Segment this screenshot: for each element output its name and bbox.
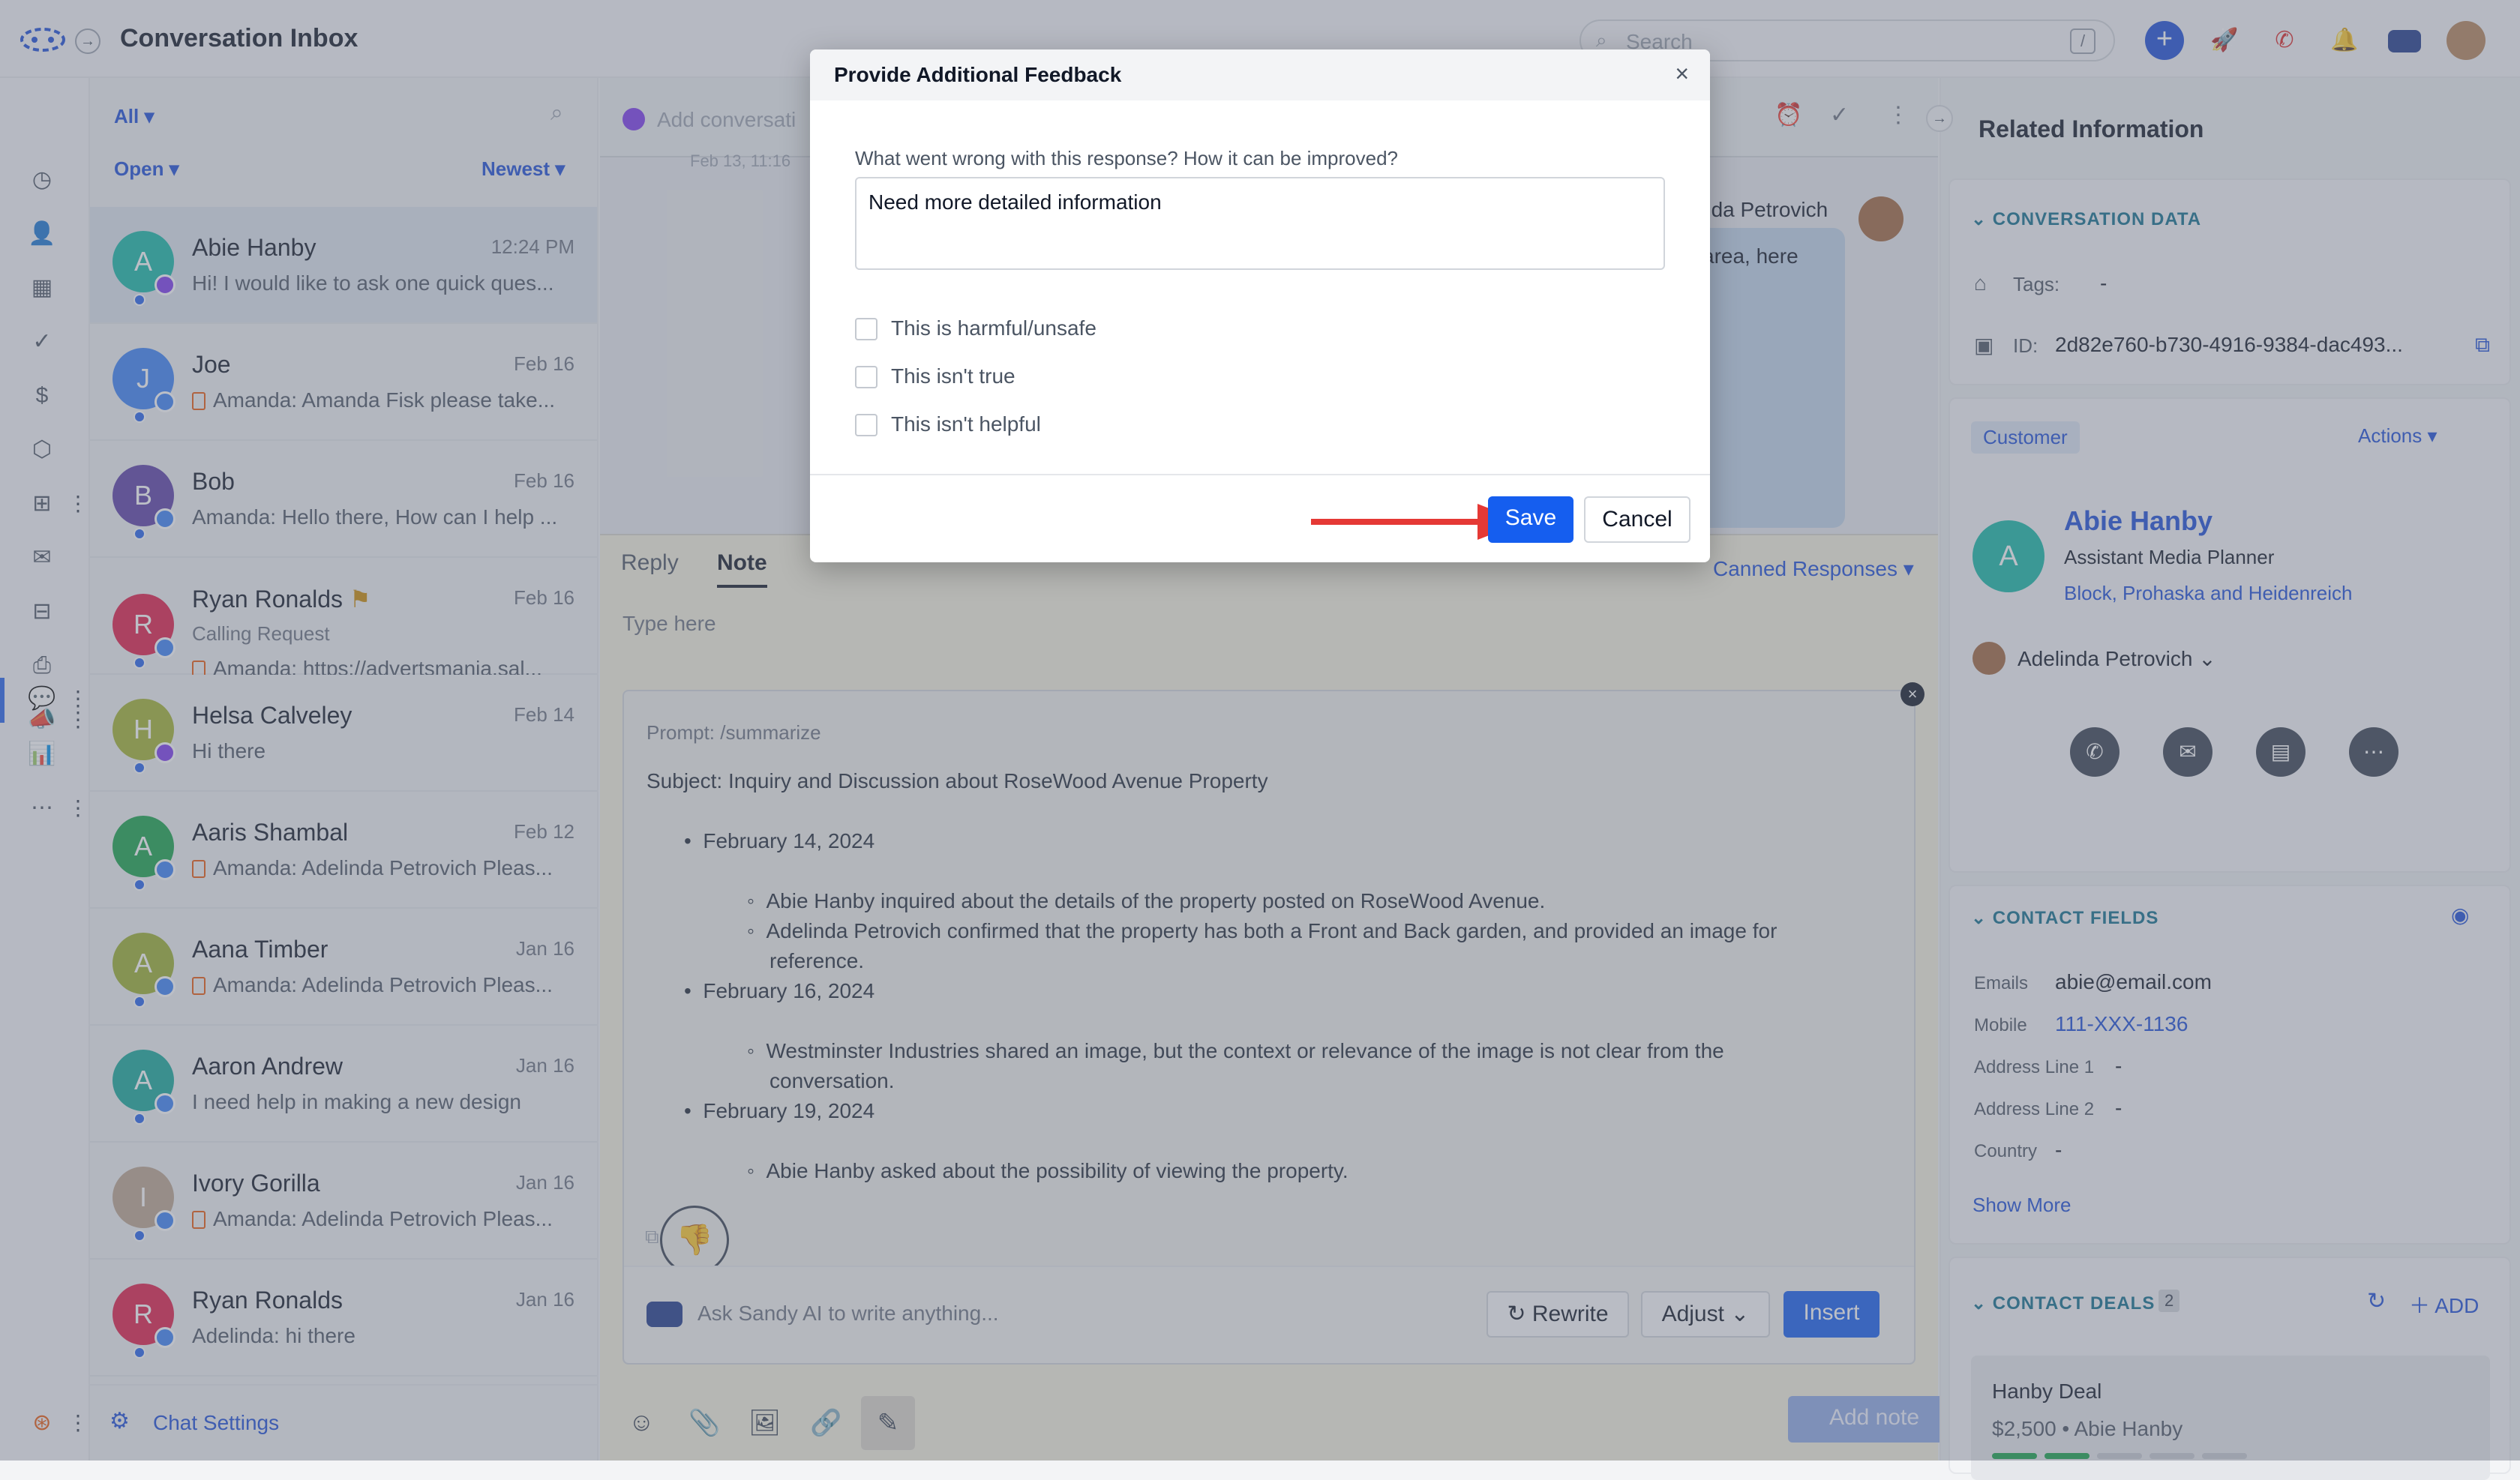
modal-divider xyxy=(810,474,1710,475)
cancel-button[interactable]: Cancel xyxy=(1584,496,1690,543)
harmful-checkbox[interactable] xyxy=(855,318,878,340)
close-icon[interactable]: × xyxy=(1675,60,1689,88)
feedback-question: What went wrong with this response? How … xyxy=(855,147,1399,169)
feedback-modal: Provide Additional Feedback × What went … xyxy=(810,49,1710,562)
not-true-checkbox[interactable] xyxy=(855,366,878,388)
feedback-textarea[interactable]: Need more detailed information xyxy=(855,177,1665,270)
modal-header: Provide Additional Feedback × xyxy=(810,49,1710,100)
save-button[interactable]: Save xyxy=(1488,496,1574,543)
not-helpful-checkbox[interactable] xyxy=(855,414,878,436)
